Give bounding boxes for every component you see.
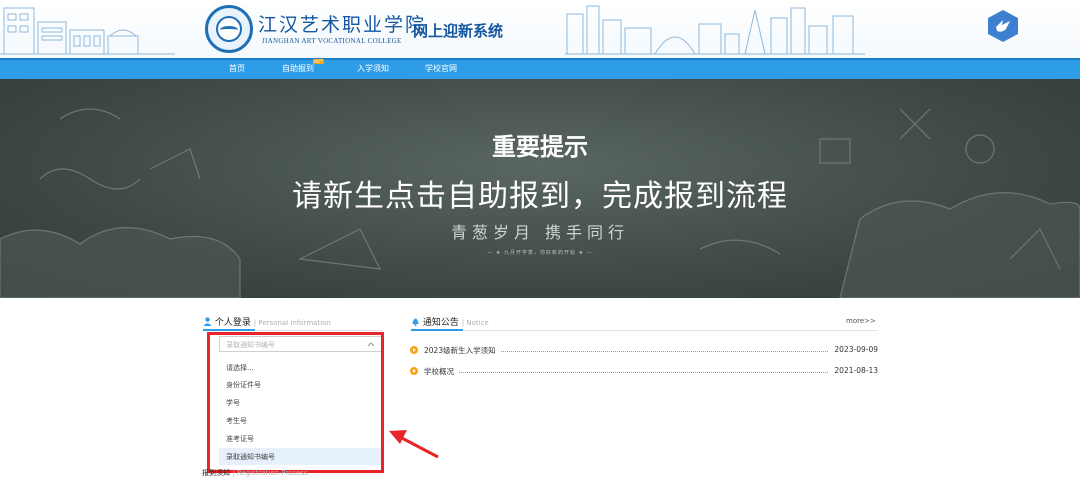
login-panel-header: 个人登录 | Personal Information [203, 315, 331, 328]
dotted-leader [424, 372, 828, 373]
notice-date: 2021-08-13 [830, 366, 878, 375]
nav-item-self-checkin[interactable]: 自助报到 [282, 63, 314, 74]
notice-title: 学校概况 [424, 366, 458, 377]
next-panel-header: 报到须知 | Registration Process [202, 469, 308, 477]
school-name: 江汉艺术职业学院 [258, 14, 427, 36]
skyline-left-decoration [0, 7, 175, 55]
hero-banner: 重要提示 请新生点击自助报到，完成报到流程 青葱岁月 携手同行 — ★ 九月开学… [0, 79, 1080, 298]
school-seal-icon[interactable] [205, 5, 253, 53]
school-name-english: JIANGHAN ART VOCATIONAL COLLEGE [262, 37, 402, 45]
nav-item-school-website[interactable]: 学校官网 [425, 63, 457, 74]
user-icon [203, 317, 212, 326]
notice-panel-header: 通知公告 | Notice [411, 315, 489, 328]
notice-panel-title: 通知公告 [422, 318, 459, 328]
notice-date: 2023-09-09 [830, 345, 878, 354]
bell-icon [412, 318, 419, 326]
next-panel-subtitle: Registration Process [236, 469, 308, 477]
banner-small-text: — ★ 九月开学季，你好新的开始 ★ — [487, 250, 593, 256]
nav-item-home[interactable]: 首页 [229, 63, 245, 74]
carousel-dots [521, 291, 557, 298]
dove-badge-icon[interactable] [988, 10, 1018, 42]
hot-badge: HOT [313, 59, 324, 64]
login-panel-title: 个人登录 [214, 318, 251, 328]
banner-heading: 重要提示 [492, 133, 588, 161]
more-link[interactable]: more>> [846, 317, 876, 325]
system-title: 网上迎新系统 [413, 22, 504, 40]
next-panel-title: 报到须知 [202, 469, 230, 477]
notice-panel-subtitle: Notice [466, 319, 489, 327]
login-panel-divider [203, 329, 383, 331]
skyline-right-decoration [565, 5, 865, 55]
notice-panel-divider [411, 329, 878, 331]
notice-item[interactable]: 学校概况 2021-08-13 [410, 364, 878, 378]
red-highlight-box [207, 332, 384, 473]
play-circle-icon [410, 346, 418, 354]
nav-item-admission-guide[interactable]: 入学须知 [357, 63, 389, 74]
banner-slogan: 青葱岁月 携手同行 [450, 223, 630, 242]
notice-item[interactable]: 2023级新生入学须知 2023-09-09 [410, 343, 878, 357]
notice-title: 2023级新生入学须知 [424, 345, 500, 356]
site-header: 江汉艺术职业学院 JIANGHAN ART VOCATIONAL COLLEGE… [0, 0, 1080, 58]
play-circle-icon [410, 367, 418, 375]
main-nav: 首页 自助报到 HOT 入学须知 学校官网 [0, 58, 1080, 79]
login-panel-subtitle: Personal Information [258, 319, 331, 327]
banner-main-text: 请新生点击自助报到，完成报到流程 [292, 179, 788, 214]
